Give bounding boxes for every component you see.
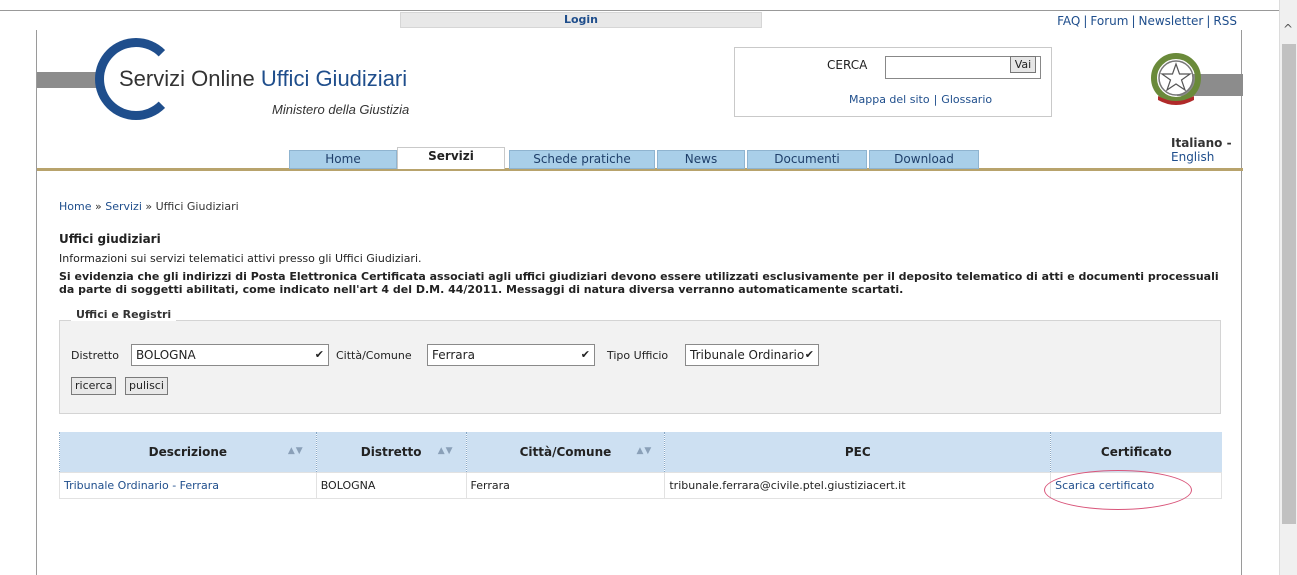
vertical-scrollbar[interactable]: ^ <box>1279 0 1297 575</box>
breadcrumb-sep: » <box>141 200 156 213</box>
search-label: CERCA <box>827 58 868 72</box>
col-label: Distretto <box>360 444 422 459</box>
lang-separator: - <box>1222 136 1232 150</box>
table-header-row: Descrizione ▲▼ Distretto ▲▼ Città/Comune ▲▼… <box>59 432 1222 472</box>
lang-current: Italiano <box>1171 136 1223 150</box>
col-label: Certificato <box>1100 444 1172 459</box>
cell-distretto: BOLOGNA <box>315 471 467 499</box>
search-box: CERCA Vai Mappa del sito | Glossario <box>734 47 1052 117</box>
sort-icon[interactable]: ▲▼ <box>438 446 454 456</box>
breadcrumb-current: Uffici Giudiziari <box>155 200 239 213</box>
breadcrumb-home[interactable]: Home <box>59 200 91 213</box>
top-links: FAQ | Forum | Newsletter | RSS <box>1057 14 1237 28</box>
tab-servizi[interactable]: Servizi <box>397 147 505 169</box>
forum-link[interactable]: Forum <box>1090 14 1128 28</box>
breadcrumb: Home » Servizi » Uffici Giudiziari <box>59 200 239 213</box>
highlight-circle <box>1044 470 1192 510</box>
col-descrizione[interactable]: Descrizione ▲▼ <box>59 432 317 472</box>
col-distretto[interactable]: Distretto ▲▼ <box>315 432 467 472</box>
tab-home[interactable]: Home <box>289 150 397 169</box>
sort-icon[interactable]: ▲▼ <box>288 446 304 456</box>
pulisci-button[interactable]: pulisci <box>125 377 168 395</box>
scroll-up-icon[interactable]: ^ <box>1283 22 1293 36</box>
glossary-link[interactable]: Glossario <box>941 93 992 106</box>
newsletter-link[interactable]: Newsletter <box>1139 14 1204 28</box>
cell-descrizione: Tribunale Ordinario - Ferrara <box>59 471 317 499</box>
chevron-down-icon: ✔ <box>314 348 324 361</box>
tab-news[interactable]: News <box>657 150 745 169</box>
rss-link[interactable]: RSS <box>1213 14 1237 28</box>
chevron-down-icon: ✔ <box>804 348 814 361</box>
sort-icon[interactable]: ▲▼ <box>637 446 653 456</box>
distretto-value: BOLOGNA <box>136 348 196 362</box>
faq-link[interactable]: FAQ <box>1057 14 1080 28</box>
logo-subtitle: Ministero della Giustizia <box>272 102 410 117</box>
tab-documenti[interactable]: Documenti <box>747 150 867 169</box>
sitemap-link[interactable]: Mappa del sito <box>849 93 930 106</box>
chevron-down-icon: ✔ <box>580 348 590 361</box>
breadcrumb-servizi[interactable]: Servizi <box>105 200 142 213</box>
scroll-thumb[interactable] <box>1282 44 1296 524</box>
distretto-select[interactable]: BOLOGNA ✔ <box>131 344 329 366</box>
login-link[interactable]: Login <box>400 12 762 28</box>
search-button[interactable]: Vai <box>1010 56 1036 73</box>
site-links: Mappa del sito | Glossario <box>849 93 993 106</box>
site-logo-text[interactable]: Servizi Online Uffici Giudiziari <box>119 66 407 92</box>
office-link[interactable]: Tribunale Ordinario - Ferrara <box>64 479 219 492</box>
form-legend: Uffici e Registri <box>71 308 177 321</box>
page-title: Uffici giudiziari <box>59 232 161 246</box>
breadcrumb-sep: » <box>91 200 106 213</box>
logo-bar <box>37 72 97 88</box>
col-label: Descrizione <box>148 444 228 459</box>
tipo-ufficio-value: Tribunale Ordinario <box>690 348 805 362</box>
search-form <box>59 320 1221 414</box>
col-certificato: Certificato <box>1050 432 1222 472</box>
tipo-ufficio-select[interactable]: Tribunale Ordinario ✔ <box>685 344 819 366</box>
col-pec: PEC <box>664 432 1051 472</box>
top-divider <box>0 10 1280 11</box>
top-bar: Login FAQ | Forum | Newsletter | RSS <box>0 0 1297 30</box>
cell-pec: tribunale.ferrara@civile.ptel.giustiziac… <box>664 471 1052 499</box>
republic-emblem-icon <box>1151 53 1201 105</box>
logo-text-grey: Servizi Online <box>119 66 261 91</box>
pec-warning: Si evidenzia che gli indirizzi di Posta … <box>59 270 1219 296</box>
citta-label: Città/Comune <box>336 349 412 362</box>
col-label: Città/Comune <box>519 444 612 459</box>
logo-text-blue: Uffici Giudiziari <box>260 66 408 91</box>
col-citta[interactable]: Città/Comune ▲▼ <box>465 432 665 472</box>
tipo-ufficio-label: Tipo Ufficio <box>607 349 669 362</box>
citta-select[interactable]: Ferrara ✔ <box>427 344 595 366</box>
site-header: Servizi Online Uffici Giudiziari Ministe… <box>37 30 1243 171</box>
cell-citta: Ferrara <box>465 471 666 499</box>
distretto-label: Distretto <box>71 349 119 362</box>
page-info: Informazioni sui servizi telematici atti… <box>59 252 422 265</box>
citta-value: Ferrara <box>432 348 475 362</box>
tab-schede-pratiche[interactable]: Schede pratiche <box>509 150 655 169</box>
ricerca-button[interactable]: ricerca <box>71 377 117 395</box>
main-nav: Home Servizi Schede pratiche News Docume… <box>37 147 1243 171</box>
col-label: PEC <box>844 444 871 459</box>
tab-download[interactable]: Download <box>869 150 979 169</box>
